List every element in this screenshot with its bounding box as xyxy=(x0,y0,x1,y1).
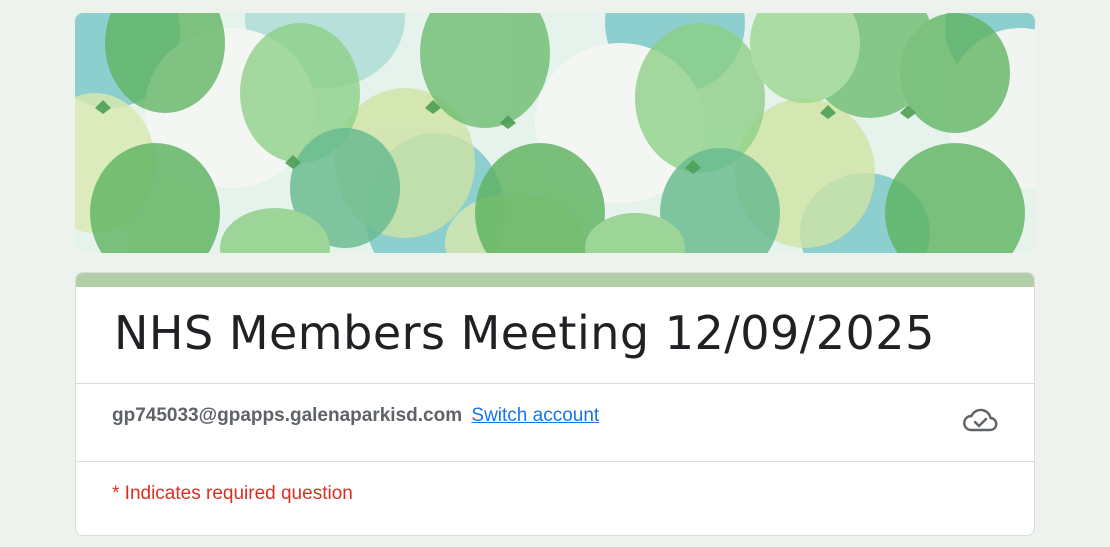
form-title: NHS Members Meeting 12/09/2025 xyxy=(114,306,935,360)
theme-accent-bar xyxy=(76,273,1034,287)
switch-account-link[interactable]: Switch account xyxy=(471,405,599,426)
cloud-saved-icon xyxy=(963,408,998,432)
account-line: gp745033@gpapps.galenaparkisd.com Switch… xyxy=(112,384,1034,428)
account-section: gp745033@gpapps.galenaparkisd.com Switch… xyxy=(76,384,1034,462)
balloons-illustration xyxy=(75,13,1035,253)
account-email: gp745033@gpapps.galenaparkisd.com xyxy=(112,405,463,426)
title-section: NHS Members Meeting 12/09/2025 xyxy=(76,287,1034,384)
required-section: * Indicates required question xyxy=(76,462,1034,506)
form-page: NHS Members Meeting 12/09/2025 gp745033@… xyxy=(0,0,1110,547)
required-question-note: * Indicates required question xyxy=(112,483,353,504)
header-banner-image xyxy=(75,13,1035,253)
form-header-card: NHS Members Meeting 12/09/2025 gp745033@… xyxy=(75,272,1035,536)
